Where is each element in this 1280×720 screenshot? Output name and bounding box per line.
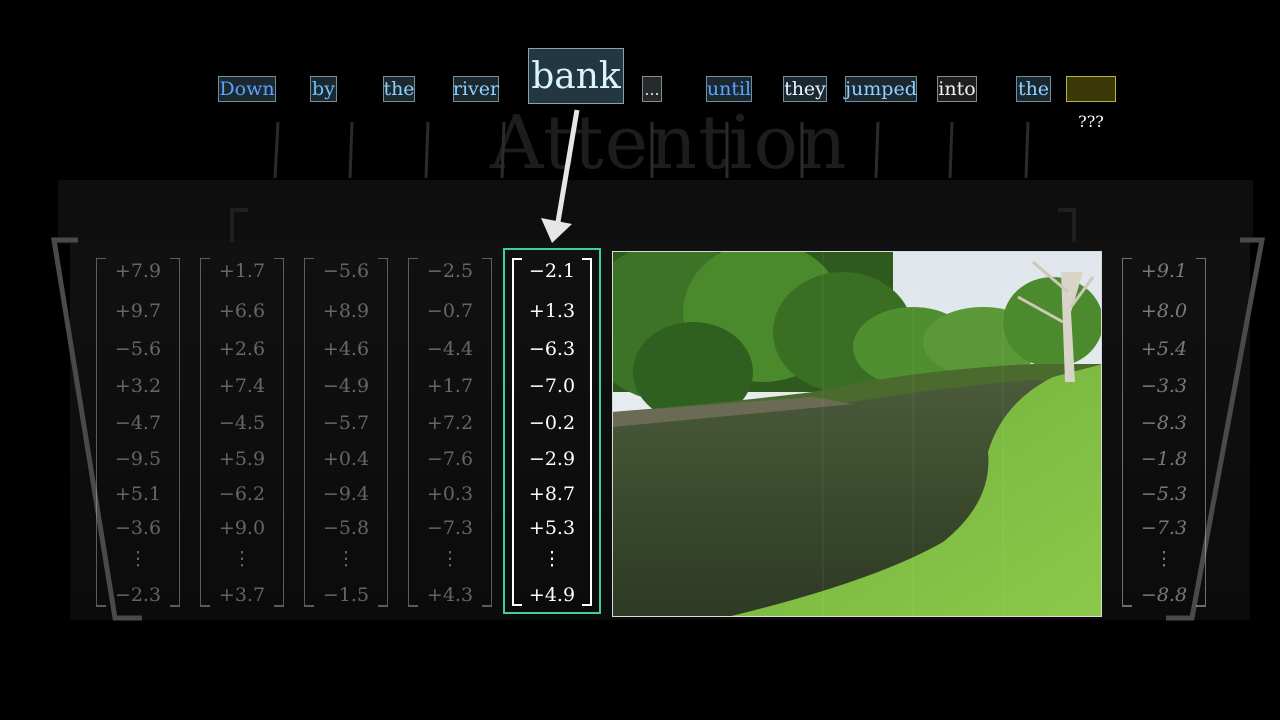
embedding-vdots: ⋮ [1154,548,1174,570]
embedding-value: −8.8 [1140,584,1188,606]
river-bank-scene [613,252,1101,616]
embedding-value: +5.4 [1140,338,1188,360]
embedding-value: +8.0 [1140,300,1188,322]
embedding-value: −3.3 [1140,375,1188,397]
embedding-value: −8.3 [1140,412,1188,434]
embedding-value: −5.3 [1140,483,1188,505]
river-bank-photo [612,251,1102,617]
embedding-value: −7.3 [1140,517,1188,539]
embedding-value: +9.1 [1140,260,1188,282]
embedding-column-right: +9.1 +8.0 +5.4 −3.3 −8.3 −1.8 −5.3 −7.3 … [1122,258,1206,608]
embedding-value: −1.8 [1140,448,1188,470]
